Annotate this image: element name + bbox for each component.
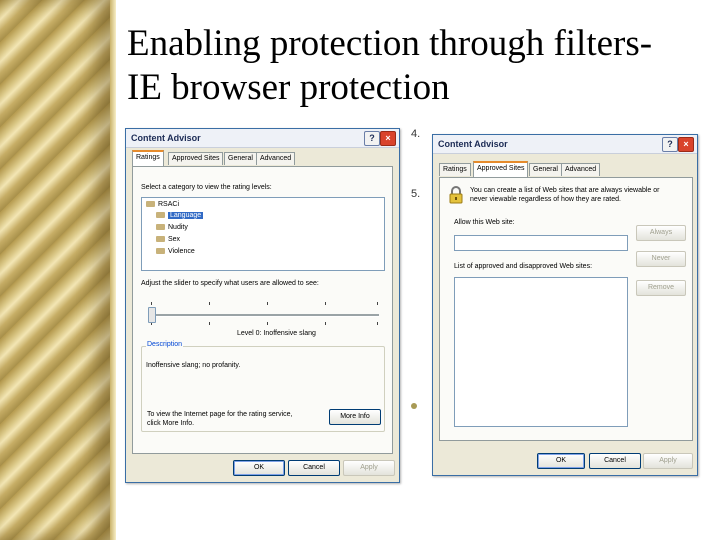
tab-advanced[interactable]: Advanced <box>256 152 296 165</box>
ratings-panel: Select a category to view the rating lev… <box>132 166 393 454</box>
decorative-gold-bar <box>0 0 116 540</box>
bullet-number-5: 5. <box>411 188 421 200</box>
rating-level-text: Level 0: Inoffensive slang <box>237 330 316 337</box>
slider-tick <box>151 302 152 305</box>
tab-general[interactable]: General <box>529 163 562 176</box>
allow-site-input[interactable] <box>454 235 628 251</box>
site-list-label: List of approved and disapproved Web sit… <box>454 263 593 270</box>
slider-tick <box>209 322 210 325</box>
tree-item-language[interactable]: Language <box>156 212 204 219</box>
dialog-title: Content Advisor <box>438 139 508 149</box>
key-icon <box>156 248 165 255</box>
tab-approved-sites[interactable]: Approved Sites <box>473 161 529 178</box>
ok-button[interactable]: OK <box>233 460 285 476</box>
help-button[interactable]: ? <box>364 131 380 146</box>
always-button: Always <box>636 225 686 241</box>
slider-tick <box>377 322 378 325</box>
slider-tick <box>377 302 378 305</box>
tree-item-nudity[interactable]: Nudity <box>156 224 188 231</box>
dialog-titlebar: Content Advisor ? × <box>126 129 399 148</box>
key-icon <box>156 224 165 231</box>
description-text: Inoffensive slang; no profanity. <box>146 362 241 369</box>
slider-thumb[interactable] <box>148 307 156 323</box>
apply-button: Apply <box>343 460 395 476</box>
tab-ratings[interactable]: Ratings <box>132 150 164 167</box>
more-info-instruction-line-1: To view the Internet page for the rating… <box>147 411 293 418</box>
bullet-number-4: 4. <box>411 128 421 140</box>
slider-tick <box>325 302 326 305</box>
tree-item-rsaci[interactable]: RSACi <box>146 201 179 208</box>
slider-instruction-label: Adjust the slider to specify what users … <box>141 280 319 287</box>
tree-item-sex[interactable]: Sex <box>156 236 180 243</box>
tab-general[interactable]: General <box>224 152 257 165</box>
cancel-button[interactable]: Cancel <box>288 460 340 476</box>
slide-title-line-2: IE browser protection <box>127 67 450 108</box>
never-button: Never <box>636 251 686 267</box>
bullet-dot <box>411 403 417 409</box>
tree-item-violence[interactable]: Violence <box>156 248 195 255</box>
intro-text-line-2: never viewable regardless of how they ar… <box>470 196 621 203</box>
apply-button: Apply <box>643 453 693 469</box>
tab-ratings[interactable]: Ratings <box>439 163 471 176</box>
slider-tick <box>325 322 326 325</box>
intro-text-line-1: You can create a list of Web sites that … <box>470 187 660 194</box>
more-info-instruction-line-2: click More Info. <box>147 420 195 427</box>
rating-category-list[interactable]: RSACi Language Nudity Sex Violence <box>141 197 385 271</box>
select-category-label: Select a category to view the rating lev… <box>141 184 272 191</box>
close-button[interactable]: × <box>678 137 694 152</box>
slider-tick <box>267 302 268 305</box>
tab-advanced[interactable]: Advanced <box>561 163 601 176</box>
close-button[interactable]: × <box>380 131 396 146</box>
allow-site-label: Allow this Web site: <box>454 219 515 226</box>
tab-approved-sites[interactable]: Approved Sites <box>168 152 224 165</box>
lock-icon <box>449 186 463 204</box>
approved-sites-panel: You can create a list of Web sites that … <box>439 177 693 441</box>
slide-title: Enabling protection through filters- IE … <box>127 22 717 110</box>
content-advisor-dialog-approved-sites: Content Advisor ? × Ratings Approved Sit… <box>432 134 698 476</box>
slider-tick <box>209 302 210 305</box>
key-icon <box>156 236 165 243</box>
description-title: Description <box>146 341 184 348</box>
dialog-titlebar: Content Advisor ? × <box>433 135 697 154</box>
slider-track <box>149 314 379 317</box>
slider-tick <box>267 322 268 325</box>
slide-title-line-1: Enabling protection through filters- <box>127 23 653 64</box>
dialog-title: Content Advisor <box>131 133 201 143</box>
folder-icon <box>146 201 155 208</box>
key-icon <box>156 212 165 219</box>
more-info-button[interactable]: More Info <box>329 409 381 425</box>
content-advisor-dialog-ratings: Content Advisor ? × Ratings Approved Sit… <box>125 128 400 483</box>
ok-button[interactable]: OK <box>537 453 585 469</box>
approved-sites-list[interactable] <box>454 277 628 427</box>
remove-button: Remove <box>636 280 686 296</box>
cancel-button[interactable]: Cancel <box>589 453 641 469</box>
help-button[interactable]: ? <box>662 137 678 152</box>
